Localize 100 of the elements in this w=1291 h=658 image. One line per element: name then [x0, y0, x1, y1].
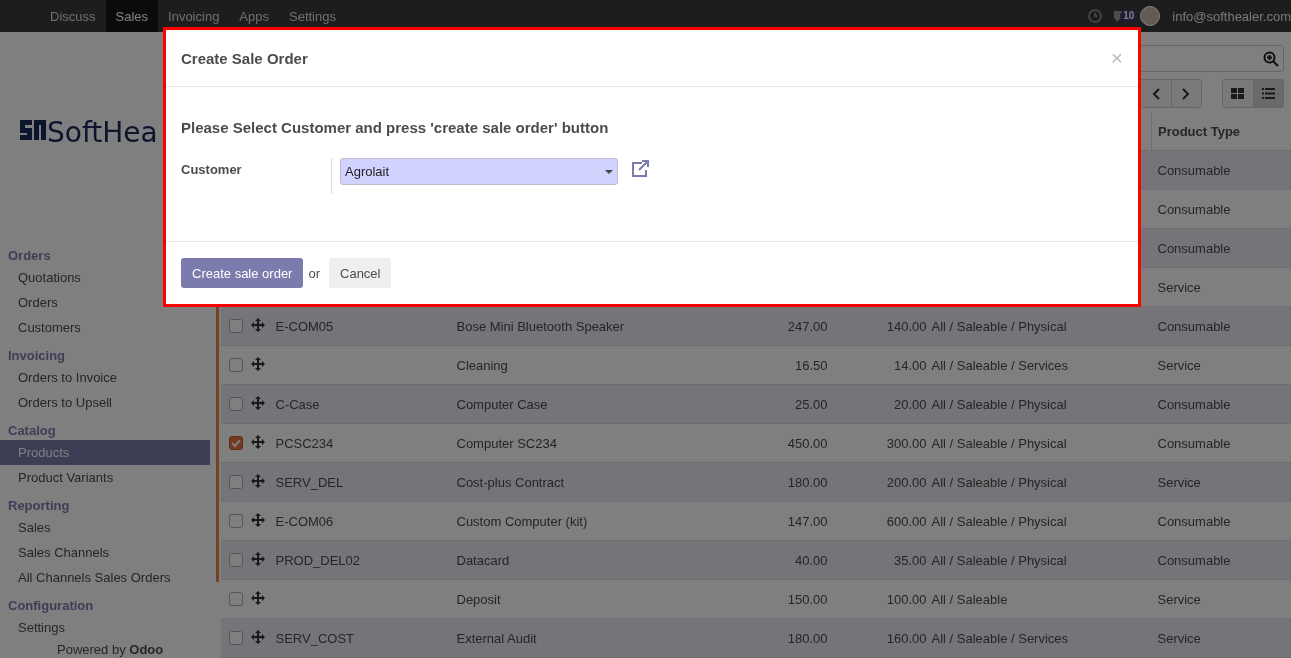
move-handle-icon	[250, 434, 265, 449]
move-handle-icon	[250, 590, 265, 605]
customer-dropdown[interactable]: Agrolait	[340, 158, 618, 185]
search-icon	[1262, 50, 1279, 67]
dialog-message: Please Select Customer and press 'create sale order' button	[181, 119, 610, 136]
menu-item[interactable]: All Channels Sales Orders	[0, 565, 210, 590]
table-cell: All / Saleable / Services	[931, 345, 1152, 385]
create-sale-order-button[interactable]: Create sale order	[181, 258, 304, 288]
row-checkbox[interactable]	[228, 397, 243, 411]
menu-item[interactable]: Products	[0, 440, 210, 465]
move-handle-icon	[250, 356, 265, 371]
row-checkbox[interactable]	[228, 358, 243, 372]
menu-item[interactable]: Sales Channels	[0, 540, 210, 565]
column-header[interactable]: Product Type	[1151, 112, 1291, 151]
table-cell: 600.00	[832, 501, 932, 541]
table-cell: Computer SC234	[456, 423, 743, 463]
app-menu-item[interactable]: Sales	[105, 0, 159, 32]
row-checkbox[interactable]	[228, 631, 243, 645]
caret-icon	[605, 169, 613, 174]
next-button[interactable]	[1170, 80, 1201, 107]
menu-item[interactable]: Settings	[0, 615, 210, 640]
table-cell: Datacard	[456, 540, 743, 580]
menu-item[interactable]: Product Variants	[0, 465, 210, 490]
avatar[interactable]	[1140, 6, 1161, 26]
chevron-left-icon	[1151, 87, 1160, 100]
menu-item[interactable]: Orders to Upsell	[0, 390, 210, 415]
menu-section-title: Catalog	[7, 422, 57, 440]
table-cell: Consumable	[1151, 423, 1291, 463]
user-menu[interactable]: info@softhealer.com	[1172, 8, 1291, 24]
row-checkbox[interactable]	[228, 319, 243, 333]
table-cell: 100.00	[832, 579, 932, 619]
table-cell: 140.00	[832, 306, 932, 346]
clock-icon	[1088, 9, 1103, 23]
table-cell: Service	[1151, 267, 1291, 307]
move-handle-icon	[250, 551, 265, 566]
menu-section-title: Invoicing	[7, 347, 67, 365]
dialog-title: Create Sale Order	[181, 49, 308, 67]
table-cell: C-Case	[275, 384, 457, 424]
row-checkbox[interactable]	[228, 553, 243, 567]
kanban-view-button[interactable]	[1222, 80, 1253, 107]
previous-button[interactable]	[1140, 80, 1171, 107]
table-cell: Bose Mini Bluetooth Speaker	[456, 306, 743, 346]
table-cell: All / Saleable / Physical	[931, 462, 1152, 502]
row-checkbox[interactable]	[228, 514, 243, 528]
move-handle-icon	[250, 512, 265, 527]
table-cell: 16.50	[742, 345, 833, 385]
menu-section-title: Orders	[7, 247, 52, 265]
table-cell: Computer Case	[456, 384, 743, 424]
table-cell: 40.00	[742, 540, 833, 580]
table-cell: All / Saleable / Physical	[931, 540, 1152, 580]
chevron-right-icon	[1182, 87, 1190, 100]
table-cell: 450.00	[742, 423, 833, 463]
move-handle-icon	[250, 317, 265, 332]
cancel-button[interactable]: Cancel	[329, 258, 392, 288]
field-label: Customer	[181, 161, 243, 179]
list-view-button[interactable]	[1252, 80, 1283, 107]
table-cell: Service	[1151, 618, 1291, 658]
table-cell: All / Saleable	[931, 579, 1152, 619]
table-cell: Deposit	[456, 579, 743, 619]
table-cell: Consumable	[1151, 189, 1291, 229]
table-cell: Consumable	[1151, 150, 1291, 190]
message-count-badge: 10	[1120, 9, 1138, 22]
row-checkbox[interactable]	[228, 592, 243, 606]
checkmark-icon	[229, 437, 242, 449]
table-cell: All / Saleable / Physical	[931, 306, 1152, 346]
table-cell: Consumable	[1151, 540, 1291, 580]
table-cell: All / Saleable / Services	[931, 618, 1152, 658]
row-checkbox[interactable]	[228, 436, 243, 450]
app-menu-item[interactable]: Discuss	[40, 0, 106, 32]
table-cell: Service	[1151, 462, 1291, 502]
list-icon	[1261, 88, 1275, 99]
grid-icon	[1231, 88, 1244, 99]
table-cell: 25.00	[742, 384, 833, 424]
table-cell: Service	[1151, 345, 1291, 385]
table-cell: 150.00	[742, 579, 833, 619]
external-link-icon	[630, 160, 650, 178]
dropdown-value: Agrolait	[345, 164, 390, 179]
table-cell: 160.00	[832, 618, 932, 658]
table-cell: E-COM06	[275, 501, 457, 541]
table-cell: PROD_DEL02	[275, 540, 457, 580]
table-cell: SERV_DEL	[275, 462, 457, 502]
menu-item[interactable]: Orders to Invoice	[0, 365, 210, 390]
table-cell: Service	[1151, 579, 1291, 619]
table-cell: 35.00	[832, 540, 932, 580]
table-cell: Cleaning	[456, 345, 743, 385]
table-cell: Cost-plus Contract	[456, 462, 743, 502]
menu-item[interactable]: Sales	[0, 515, 210, 540]
table-cell: 180.00	[742, 618, 833, 658]
table-cell: 300.00	[832, 423, 932, 463]
logo-text: SoftHea	[47, 118, 158, 148]
menu-section-title: Reporting	[7, 497, 71, 515]
move-handle-icon	[250, 473, 265, 488]
menu-item[interactable]: Customers	[0, 315, 210, 340]
table-cell: All / Saleable / Physical	[931, 423, 1152, 463]
table-cell: 14.00	[832, 345, 932, 385]
row-checkbox[interactable]	[228, 475, 243, 489]
move-handle-icon	[250, 395, 265, 410]
table-cell: External Audit	[456, 618, 743, 658]
table-cell: All / Saleable / Physical	[931, 384, 1152, 424]
table-cell: 147.00	[742, 501, 833, 541]
